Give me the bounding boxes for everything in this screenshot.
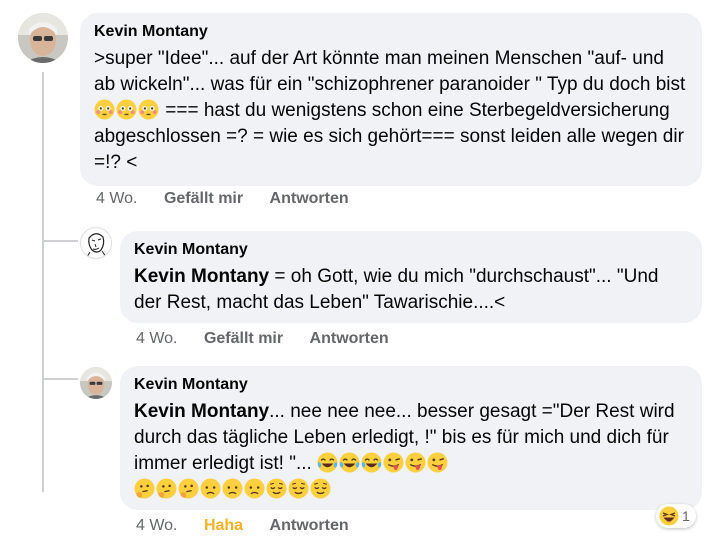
comment-bubble: Kevin Montany >super "Idee"... auf der A… (80, 13, 702, 186)
thinking-face-icon (156, 478, 177, 499)
avatar[interactable] (80, 227, 112, 259)
comment-actions: 4 Wo. Gefällt mir Antworten (136, 330, 411, 348)
tears-of-joy-face-icon (317, 452, 338, 473)
tears-of-joy-face-icon (339, 452, 360, 473)
like-button[interactable]: Gefällt mir (164, 190, 243, 207)
flushed-face-icon (94, 99, 115, 120)
thread-line (42, 72, 44, 492)
avatar-photo-icon (18, 13, 68, 63)
flushed-face-icon (116, 99, 137, 120)
thinking-face-icon (178, 478, 199, 499)
reply-button[interactable]: Antworten (310, 330, 389, 347)
comment-bubble: Kevin Montany Kevin Montany... nee nee n… (120, 366, 702, 510)
relieved-face-icon (310, 478, 331, 499)
tears-of-joy-face-icon (361, 452, 382, 473)
thread-branch-1 (42, 240, 78, 242)
like-button[interactable]: Gefällt mir (204, 330, 283, 347)
comment-text: Kevin Montany... nee nee nee... besser g… (134, 399, 688, 503)
comment-timestamp[interactable]: 4 Wo. (136, 517, 178, 534)
comment-actions: 4 Wo. Gefällt mir Antworten (96, 190, 371, 208)
avatar[interactable] (80, 367, 112, 399)
sketch-portrait-icon (86, 233, 107, 258)
comment-author[interactable]: Kevin Montany (134, 241, 688, 259)
relieved-face-icon (288, 478, 309, 499)
winking-tongue-face-icon (405, 452, 426, 473)
thinking-face-icon (134, 478, 155, 499)
comment-text: Kevin Montany = oh Gott, wie du mich "du… (134, 264, 688, 316)
winking-tongue-face-icon (427, 452, 448, 473)
thread-branch-2 (42, 378, 78, 380)
mention-link[interactable]: Kevin Montany (134, 266, 269, 287)
sad-face-icon (222, 478, 243, 499)
comment-author[interactable]: Kevin Montany (94, 23, 688, 41)
flushed-face-icon (138, 99, 159, 120)
sad-face-icon (244, 478, 265, 499)
avatar-photo-icon (80, 367, 112, 399)
comment-timestamp[interactable]: 4 Wo. (96, 190, 138, 207)
haha-reaction-icon (659, 506, 679, 526)
comment-text-part: >super "Idee"... auf der Art könnte man … (94, 48, 686, 95)
mention-link[interactable]: Kevin Montany (134, 401, 269, 422)
reply-button[interactable]: Antworten (270, 190, 349, 207)
winking-tongue-face-icon (383, 452, 404, 473)
comment-timestamp[interactable]: 4 Wo. (136, 330, 178, 347)
reply-button[interactable]: Antworten (270, 517, 349, 534)
reaction-summary[interactable]: 1 (656, 504, 696, 528)
avatar[interactable] (18, 13, 68, 63)
comment-bubble: Kevin Montany Kevin Montany = oh Gott, w… (120, 231, 702, 323)
haha-reaction-button[interactable]: Haha (204, 517, 243, 534)
comment-author[interactable]: Kevin Montany (134, 376, 688, 394)
sad-face-icon (200, 478, 221, 499)
comment-actions: 4 Wo. Haha Antworten (136, 517, 371, 535)
reaction-count: 1 (682, 508, 690, 524)
relieved-face-icon (266, 478, 287, 499)
comment-text-part: === hast du wenigstens schon eine Sterbe… (94, 100, 684, 173)
comment-text: >super "Idee"... auf der Art könnte man … (94, 46, 688, 176)
